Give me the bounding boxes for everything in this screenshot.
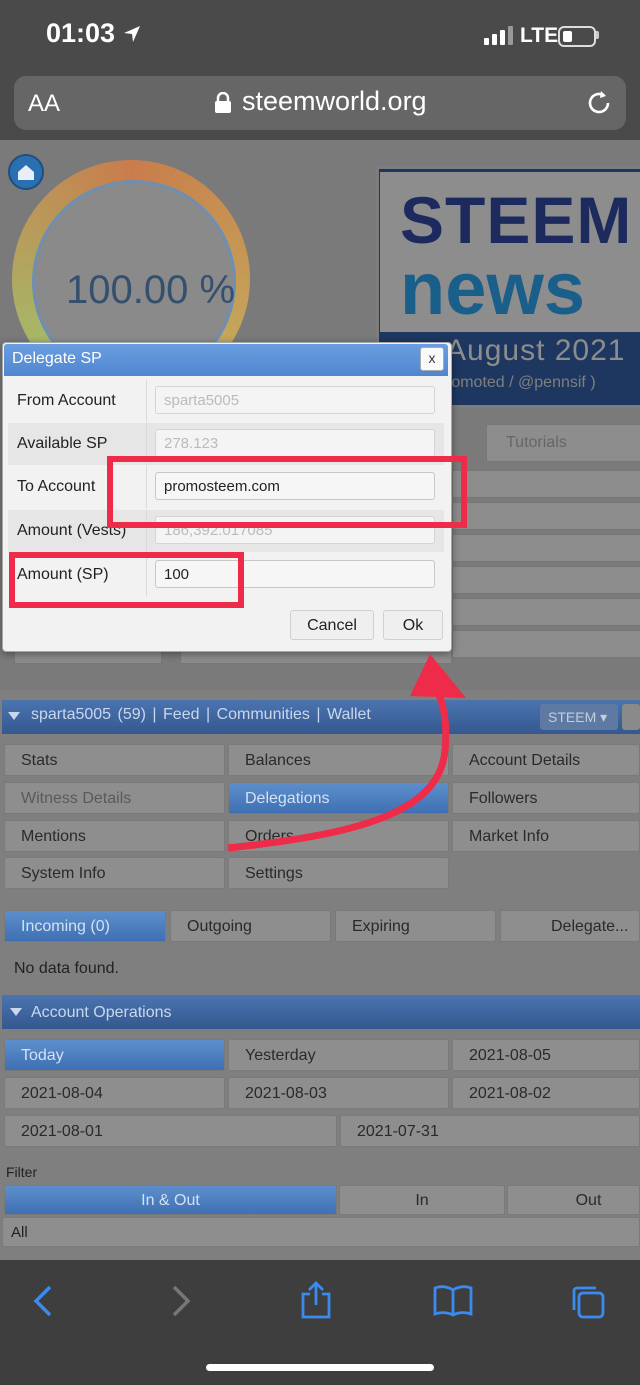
dialog-title: Delegate SP (12, 350, 102, 367)
menu-market-info[interactable]: Market Info (452, 820, 640, 852)
background-row (452, 598, 640, 626)
home-icon (18, 165, 34, 180)
day-2021-08-03[interactable]: 2021-08-03 (228, 1077, 449, 1109)
no-data-message: No data found. (14, 960, 119, 977)
background-row (452, 566, 640, 594)
field-row-from-account: From Account sparta5005 (8, 380, 444, 422)
text-size-button[interactable]: AA (28, 90, 60, 118)
home-indicator (206, 1364, 434, 1371)
filter-in-out[interactable]: In & Out (4, 1185, 337, 1215)
nav-feed[interactable]: Feed (163, 706, 199, 723)
menu-followers[interactable]: Followers (452, 782, 640, 814)
nav-extra-box[interactable] (622, 704, 640, 730)
currency-select-value: STEEM ▾ (548, 709, 608, 725)
available-sp-label: Available SP (17, 435, 108, 452)
network-type: LTE (520, 24, 559, 47)
menu-system-info[interactable]: System Info (4, 857, 225, 889)
background-row (452, 534, 640, 562)
dialog-close-button[interactable]: x (420, 347, 444, 371)
battery-icon (558, 26, 596, 47)
to-account-label: To Account (17, 478, 96, 495)
url-text[interactable]: steemworld.org (242, 86, 427, 117)
tab-outgoing[interactable]: Outgoing (170, 910, 331, 942)
background-row (452, 470, 640, 498)
from-account-input: sparta5005 (155, 386, 435, 414)
tab-expiring[interactable]: Expiring (335, 910, 496, 942)
tab-incoming[interactable]: Incoming (0) (4, 910, 166, 942)
filter-all-row[interactable] (2, 1217, 640, 1247)
banner-credit: romoted / @pennsif ) (446, 374, 596, 391)
signal-bars-icon (484, 26, 516, 45)
cancel-button[interactable]: Cancel (290, 610, 374, 640)
banner-date: August 2021 (446, 334, 626, 367)
filter-out[interactable]: Out (507, 1185, 640, 1215)
nav-separator: | (152, 706, 157, 723)
ok-button[interactable]: Ok (383, 610, 443, 640)
menu-witness-details[interactable]: Witness Details (4, 782, 225, 814)
day-2021-08-02[interactable]: 2021-08-02 (452, 1077, 640, 1109)
menu-settings[interactable]: Settings (228, 857, 449, 889)
location-arrow-icon (124, 26, 140, 42)
field-divider (146, 380, 147, 422)
nav-separator: | (205, 706, 211, 723)
reload-icon[interactable] (584, 88, 614, 118)
lock-icon (215, 92, 231, 113)
tab-delegate[interactable]: Delegate... (500, 910, 640, 942)
filter-all: All (11, 1224, 28, 1241)
share-icon[interactable] (299, 1280, 333, 1320)
background-row (452, 502, 640, 530)
collapse-arrow-icon[interactable] (10, 1008, 22, 1016)
banner-subtitle: news (400, 247, 586, 330)
collapse-arrow-icon[interactable] (8, 712, 20, 720)
day-2021-08-01[interactable]: 2021-08-01 (4, 1115, 337, 1147)
day-today[interactable]: Today (4, 1039, 225, 1071)
menu-mentions[interactable]: Mentions (4, 820, 225, 852)
menu-stats[interactable]: Stats (4, 744, 225, 776)
highlight-to-account (107, 456, 467, 528)
background-row (452, 630, 640, 658)
tab-tutorials-label: Tutorials (506, 434, 567, 451)
available-sp-input: 278.123 (155, 429, 435, 457)
back-icon[interactable] (30, 1284, 56, 1318)
home-button[interactable] (8, 154, 44, 190)
filter-in[interactable]: In (339, 1185, 505, 1215)
bookmarks-icon[interactable] (432, 1284, 474, 1318)
day-2021-08-04[interactable]: 2021-08-04 (4, 1077, 225, 1109)
annotation-arrow-icon (227, 654, 466, 852)
tabs-icon[interactable] (570, 1284, 606, 1320)
day-yesterday[interactable]: Yesterday (228, 1039, 449, 1071)
forward-icon[interactable] (168, 1284, 194, 1318)
battery-tip (596, 31, 599, 39)
day-2021-08-05[interactable]: 2021-08-05 (452, 1039, 640, 1071)
from-account-label: From Account (17, 392, 116, 409)
status-time: 01:03 (46, 18, 116, 48)
filter-label: Filter (6, 1164, 38, 1180)
menu-account-details[interactable]: Account Details (452, 744, 640, 776)
nav-account[interactable]: sparta5005 (59) (31, 706, 146, 723)
account-operations-title: Account Operations (31, 1004, 172, 1021)
highlight-amount-sp (9, 552, 244, 608)
gauge-value: 100.00 % (66, 268, 236, 312)
day-2021-07-31[interactable]: 2021-07-31 (340, 1115, 640, 1147)
